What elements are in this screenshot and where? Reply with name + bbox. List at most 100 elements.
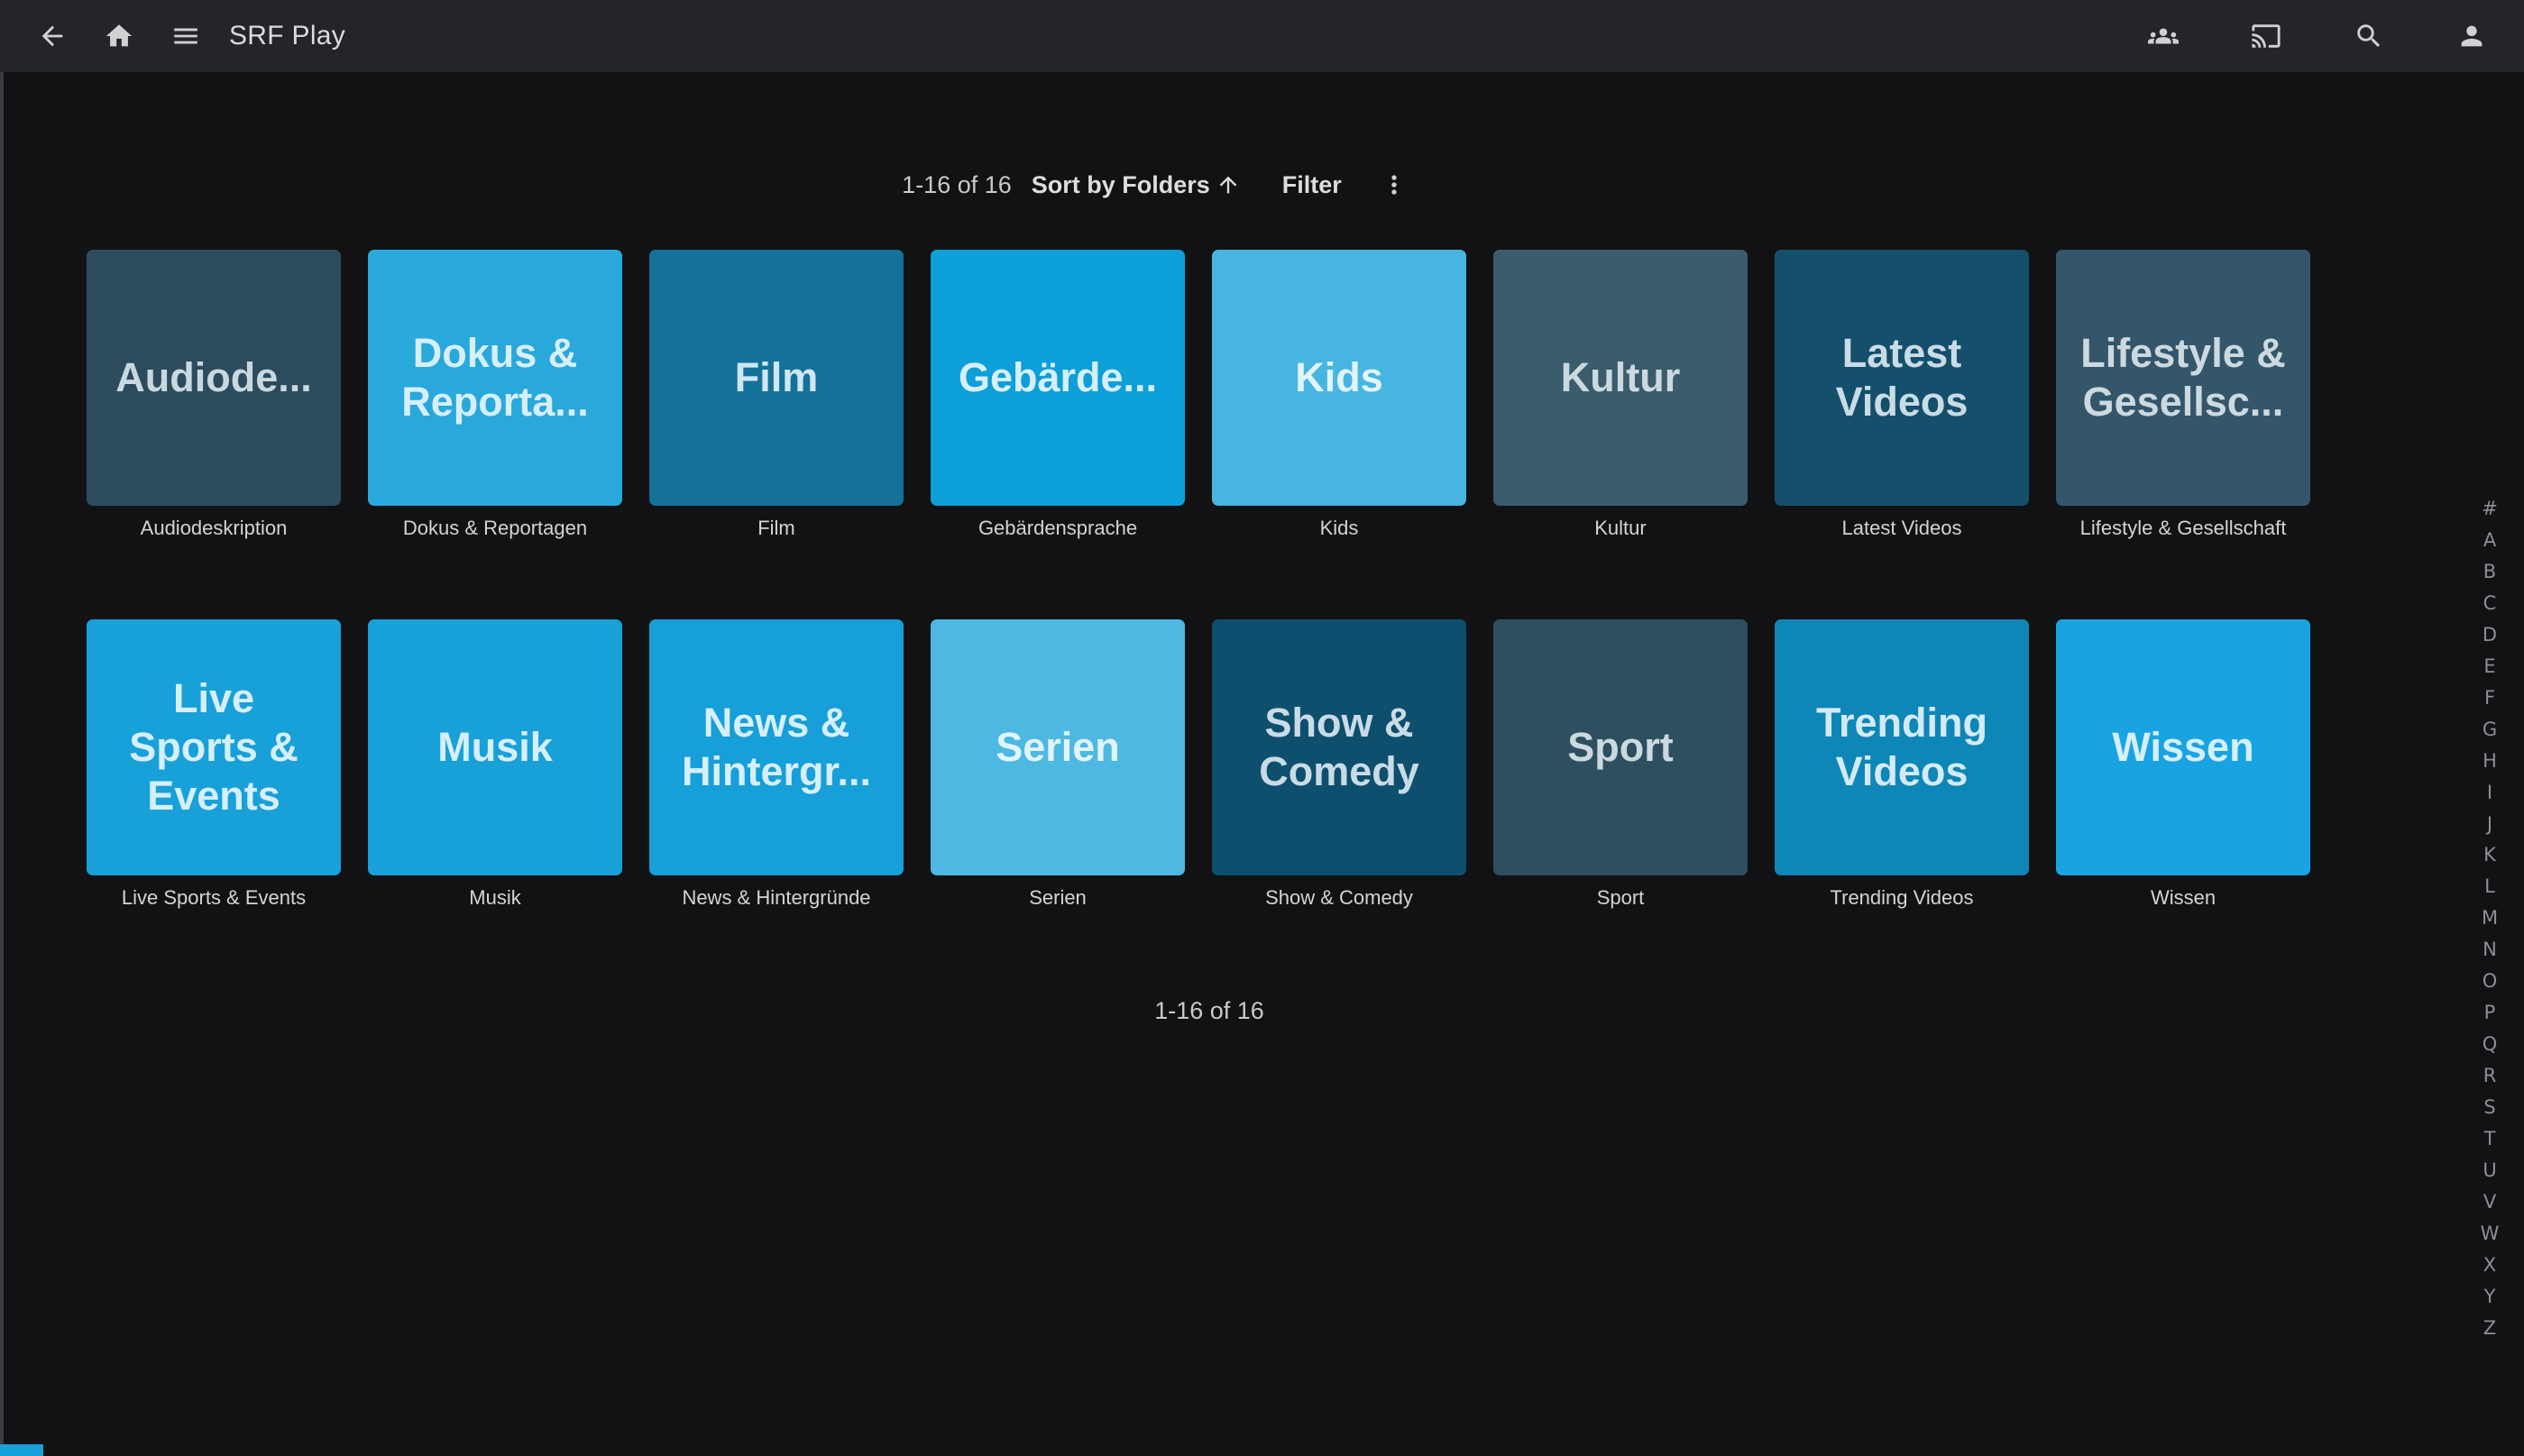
alphabet-letter[interactable]: W bbox=[2481, 1224, 2500, 1243]
filter-button[interactable]: Filter bbox=[1282, 171, 1342, 199]
vertical-scrollbar-track[interactable] bbox=[0, 72, 4, 1456]
category-tile[interactable]: Sport bbox=[1493, 619, 1748, 875]
alphabet-letter[interactable]: Z bbox=[2483, 1319, 2496, 1338]
alphabet-letter[interactable]: M bbox=[2482, 909, 2498, 928]
grid-cell: Lifestyle & Gesellsc... Lifestyle & Gese… bbox=[2056, 250, 2310, 540]
tile-caption: Dokus & Reportagen bbox=[403, 517, 587, 540]
tile-title: Live Sports & Events bbox=[129, 674, 298, 820]
tile-title: Kids bbox=[1295, 353, 1383, 402]
category-tile[interactable]: Audiode... bbox=[87, 250, 341, 506]
alphabet-letter[interactable]: # bbox=[2482, 499, 2498, 518]
menu-button[interactable] bbox=[170, 20, 202, 52]
alphabet-letter[interactable]: E bbox=[2483, 657, 2495, 676]
home-icon bbox=[104, 21, 134, 51]
alphabet-letter[interactable]: I bbox=[2487, 783, 2492, 802]
tile-title: Show & Comedy bbox=[1259, 699, 1419, 796]
search-button[interactable] bbox=[2353, 20, 2385, 52]
tile-title: Gebärde... bbox=[959, 353, 1157, 402]
shared-devices-button[interactable] bbox=[2147, 20, 2180, 52]
alphabet-letter[interactable]: D bbox=[2483, 626, 2497, 645]
grid-cell: Serien Serien bbox=[931, 619, 1185, 910]
category-tile[interactable]: Latest Videos bbox=[1775, 250, 2029, 506]
tile-title: Film bbox=[735, 353, 819, 402]
grid-cell: Wissen Wissen bbox=[2056, 619, 2310, 910]
search-icon bbox=[2354, 21, 2384, 51]
tile-caption: Serien bbox=[1029, 886, 1087, 910]
tile-title: Kultur bbox=[1561, 353, 1680, 402]
alphabet-letter[interactable]: T bbox=[2484, 1130, 2496, 1149]
alphabet-letter[interactable]: H bbox=[2483, 752, 2497, 771]
alphabet-letter[interactable]: J bbox=[2487, 815, 2492, 834]
category-tile[interactable]: News & Hintergr... bbox=[649, 619, 904, 875]
page-title: SRF Play bbox=[229, 21, 345, 51]
alphabet-letter[interactable]: N bbox=[2483, 940, 2497, 959]
tile-caption: Latest Videos bbox=[1842, 517, 1962, 540]
grid-cell: Dokus & Reporta... Dokus & Reportagen bbox=[368, 250, 622, 540]
alphabet-letter[interactable]: V bbox=[2483, 1193, 2496, 1212]
profile-button[interactable] bbox=[2455, 20, 2488, 52]
alphabet-letter[interactable]: A bbox=[2483, 531, 2496, 550]
grid-cell: News & Hintergr... News & Hintergründe bbox=[649, 619, 904, 910]
home-button[interactable] bbox=[103, 20, 135, 52]
grid-cell: Trending Videos Trending Videos bbox=[1775, 619, 2029, 910]
alphabet-letter[interactable]: Y bbox=[2484, 1287, 2496, 1306]
alphabet-letter[interactable]: K bbox=[2483, 846, 2496, 865]
groups-icon bbox=[2148, 21, 2179, 51]
alphabet-letter[interactable]: C bbox=[2483, 594, 2497, 613]
arrow-back-icon bbox=[37, 21, 68, 51]
person-icon bbox=[2456, 21, 2487, 51]
footer-item-count: 1-16 of 16 bbox=[0, 997, 2418, 1025]
category-tile[interactable]: Film bbox=[649, 250, 904, 506]
tile-caption: Wissen bbox=[2151, 886, 2216, 910]
alphabet-letter[interactable]: S bbox=[2483, 1098, 2495, 1117]
tile-caption: Lifestyle & Gesellschaft bbox=[2080, 517, 2287, 540]
arrow-upward-icon bbox=[1216, 172, 1241, 197]
tile-caption: Live Sports & Events bbox=[122, 886, 306, 910]
cast-button[interactable] bbox=[2250, 20, 2282, 52]
alphabet-letter[interactable]: Q bbox=[2483, 1035, 2498, 1054]
category-tile[interactable]: Lifestyle & Gesellsc... bbox=[2056, 250, 2310, 506]
alphabet-letter[interactable]: U bbox=[2483, 1161, 2496, 1180]
category-tile[interactable]: Dokus & Reporta... bbox=[368, 250, 622, 506]
alphabet-letter[interactable]: B bbox=[2483, 563, 2496, 581]
back-button[interactable] bbox=[36, 20, 69, 52]
list-header: 1-16 of 16 Sort by Folders Filter bbox=[0, 164, 2310, 206]
grid-cell: Musik Musik bbox=[368, 619, 622, 910]
grid-cell: Audiode... Audiodeskription bbox=[87, 250, 341, 540]
alphabet-letter[interactable]: X bbox=[2483, 1256, 2496, 1275]
overflow-menu-button[interactable] bbox=[1380, 170, 1409, 199]
alphabet-letter[interactable]: O bbox=[2483, 972, 2498, 991]
kebab-menu-icon bbox=[1380, 170, 1409, 199]
alphabet-letter[interactable]: R bbox=[2483, 1067, 2497, 1085]
tile-title: Lifestyle & Gesellsc... bbox=[2080, 329, 2286, 426]
category-tile[interactable]: Show & Comedy bbox=[1212, 619, 1466, 875]
sort-button[interactable]: Sort by Folders bbox=[1032, 171, 1241, 199]
alphabet-letter[interactable]: L bbox=[2484, 877, 2495, 896]
tile-title: Latest Videos bbox=[1836, 329, 1969, 426]
tile-title: Serien bbox=[996, 723, 1120, 772]
alphabet-letter[interactable]: F bbox=[2484, 689, 2495, 708]
tile-title: Wissen bbox=[2112, 723, 2253, 772]
alphabet-letter[interactable]: G bbox=[2483, 720, 2497, 739]
scroll-progress-indicator bbox=[0, 1444, 43, 1456]
tile-title: News & Hintergr... bbox=[682, 699, 871, 796]
grid-cell: Kultur Kultur bbox=[1493, 250, 1748, 540]
category-tile[interactable]: Live Sports & Events bbox=[87, 619, 341, 875]
grid-cell: Sport Sport bbox=[1493, 619, 1748, 910]
category-tile[interactable]: Serien bbox=[931, 619, 1185, 875]
category-tile[interactable]: Trending Videos bbox=[1775, 619, 2029, 875]
category-tile[interactable]: Kultur bbox=[1493, 250, 1748, 506]
tile-title: Audiode... bbox=[115, 353, 312, 402]
category-tile[interactable]: Kids bbox=[1212, 250, 1466, 506]
tile-title: Dokus & Reporta... bbox=[401, 329, 589, 426]
category-tile[interactable]: Musik bbox=[368, 619, 622, 875]
alphabet-letter[interactable]: P bbox=[2484, 1003, 2496, 1022]
sort-label: Sort by Folders bbox=[1032, 171, 1210, 199]
category-tile[interactable]: Gebärde... bbox=[931, 250, 1185, 506]
tile-title: Trending Videos bbox=[1816, 699, 1987, 796]
tile-caption: Musik bbox=[469, 886, 520, 910]
category-tile[interactable]: Wissen bbox=[2056, 619, 2310, 875]
hamburger-menu-icon bbox=[170, 21, 201, 51]
cast-icon bbox=[2251, 21, 2281, 51]
item-count: 1-16 of 16 bbox=[902, 171, 1012, 199]
